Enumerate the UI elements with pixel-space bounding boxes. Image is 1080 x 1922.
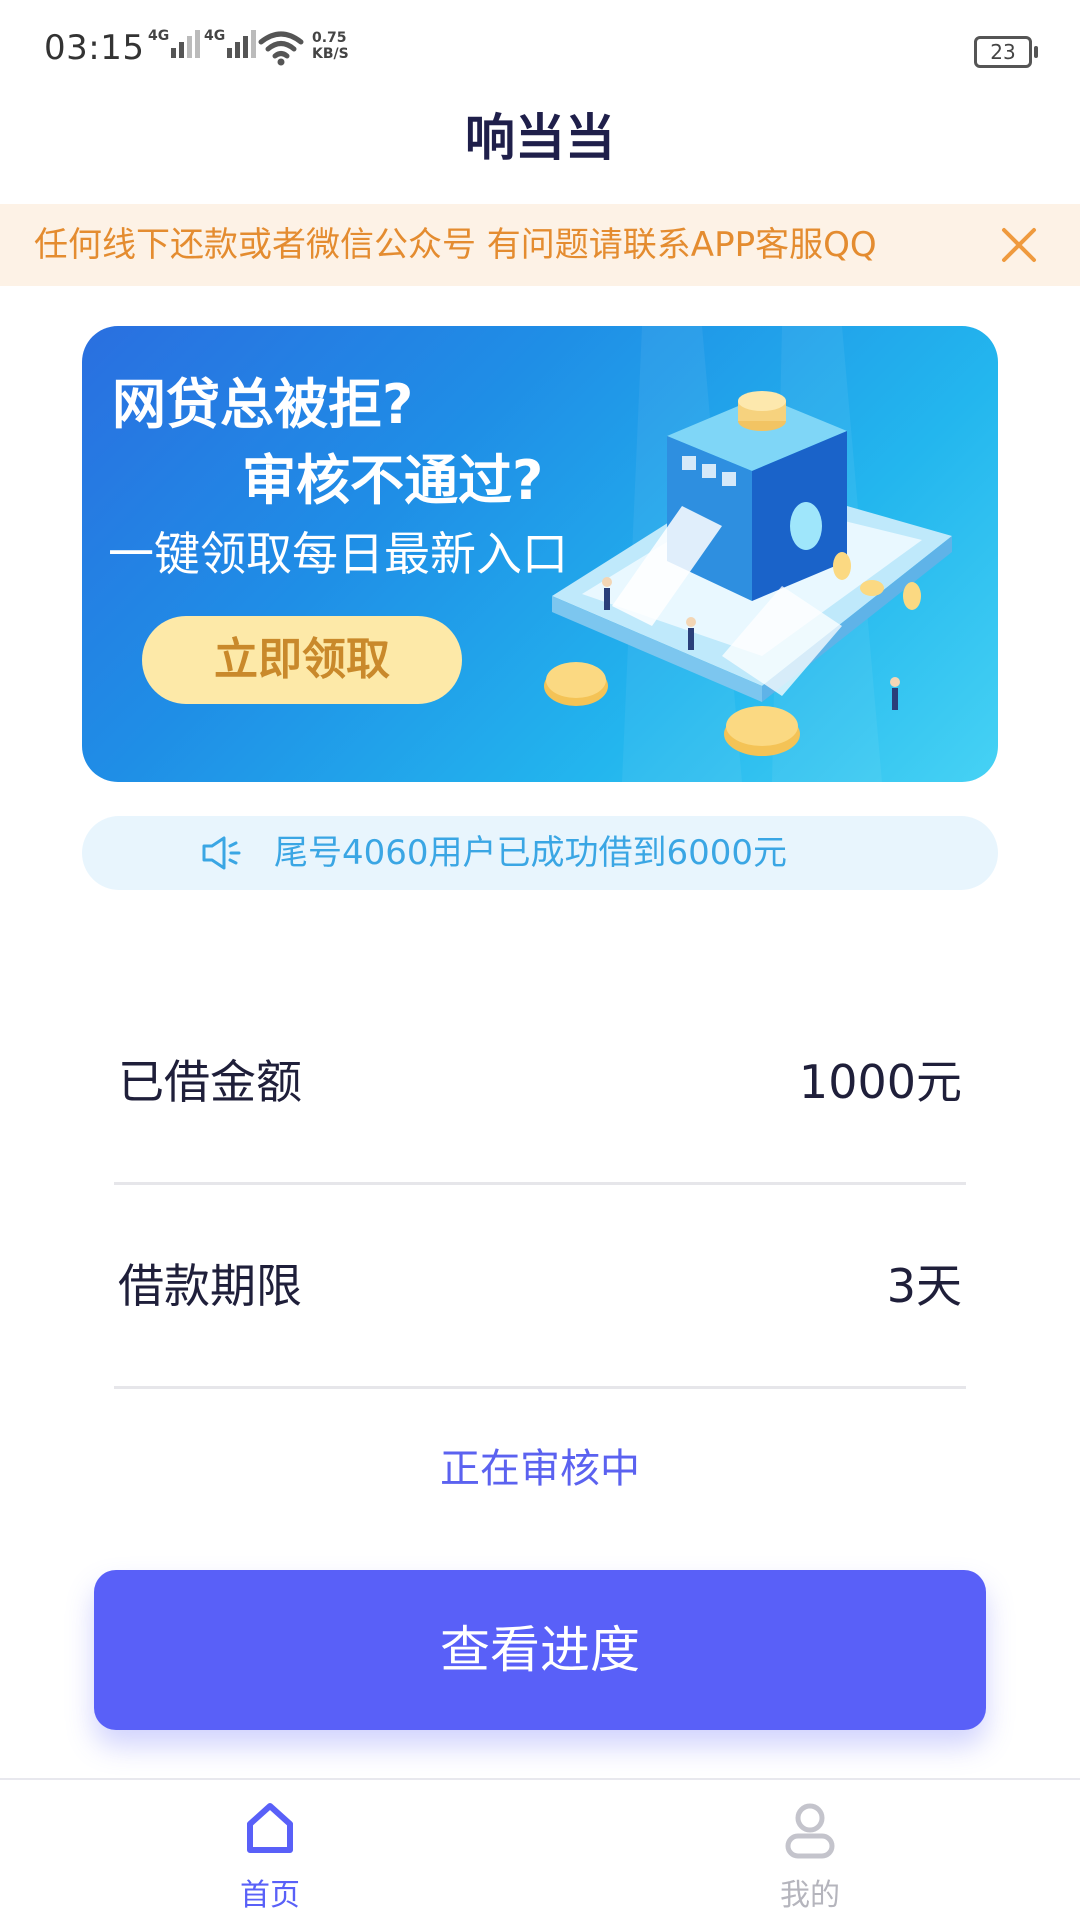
loan-amount-value: 1000元 — [798, 1055, 962, 1109]
loan-amount-row: 已借金额 1000元 — [114, 1032, 966, 1132]
notice-bar: 任何线下还款或者微信公众号 有问题请联系APP客服QQ — [0, 204, 1080, 286]
nav-item-home[interactable]: 首页 — [170, 1780, 370, 1922]
banner-headline-2: 审核不通过? — [242, 449, 544, 512]
loan-term-label: 借款期限 — [118, 1259, 302, 1313]
nav-label-mine: 我的 — [780, 1878, 840, 1913]
loan-amount-label: 已借金额 — [118, 1055, 302, 1109]
signal-bars-icon — [227, 30, 257, 58]
claim-button[interactable]: 立即领取 — [142, 616, 462, 704]
signal-bars-icon — [171, 30, 201, 58]
notice-text: 任何线下还款或者微信公众号 有问题请联系APP客服QQ — [34, 225, 877, 265]
net-speed: 0.75 KB/S — [312, 30, 349, 62]
status-time: 03:15 — [44, 28, 145, 68]
banner-subtitle: 一键领取每日最新入口 — [108, 527, 568, 581]
divider — [114, 1182, 966, 1185]
loan-term-value: 3天 — [886, 1259, 962, 1313]
speaker-icon — [202, 836, 241, 870]
nav-label-home: 首页 — [240, 1878, 300, 1913]
bottom-nav: 首页 我的 — [0, 1778, 1080, 1922]
banner-headline-1: 网贷总被拒? — [112, 373, 414, 436]
battery-icon: 23 — [974, 36, 1038, 68]
status-bar: 03:15 4G 4G 0.75 KB/S 23 — [0, 0, 1080, 100]
battery-level: 23 — [990, 40, 1016, 64]
signal-strength-1: 4G — [148, 28, 201, 58]
home-icon — [247, 1803, 293, 1853]
view-progress-button[interactable]: 查看进度 — [94, 1570, 986, 1730]
nav-item-mine[interactable]: 我的 — [710, 1780, 910, 1922]
net-speed-value: 0.75 — [312, 30, 347, 46]
net-speed-unit: KB/S — [312, 46, 349, 62]
user-icon — [785, 1803, 835, 1859]
promo-banner[interactable]: 网贷总被拒? 审核不通过? 一键领取每日最新入口 立即领取 — [82, 326, 998, 782]
page-title: 响当当 — [465, 109, 615, 167]
close-icon[interactable] — [998, 224, 1040, 266]
network-type-2: 4G — [204, 28, 226, 44]
network-type-1: 4G — [148, 28, 170, 44]
ticker-text: 尾号4060用户已成功借到6000元 — [274, 833, 788, 873]
loan-term-row: 借款期限 3天 — [114, 1236, 966, 1336]
divider — [114, 1386, 966, 1389]
loan-ticker: 尾号4060用户已成功借到6000元 — [82, 816, 998, 890]
wifi-icon — [258, 31, 304, 66]
review-status: 正在审核中 — [440, 1446, 640, 1492]
signal-strength-2: 4G — [204, 28, 257, 58]
